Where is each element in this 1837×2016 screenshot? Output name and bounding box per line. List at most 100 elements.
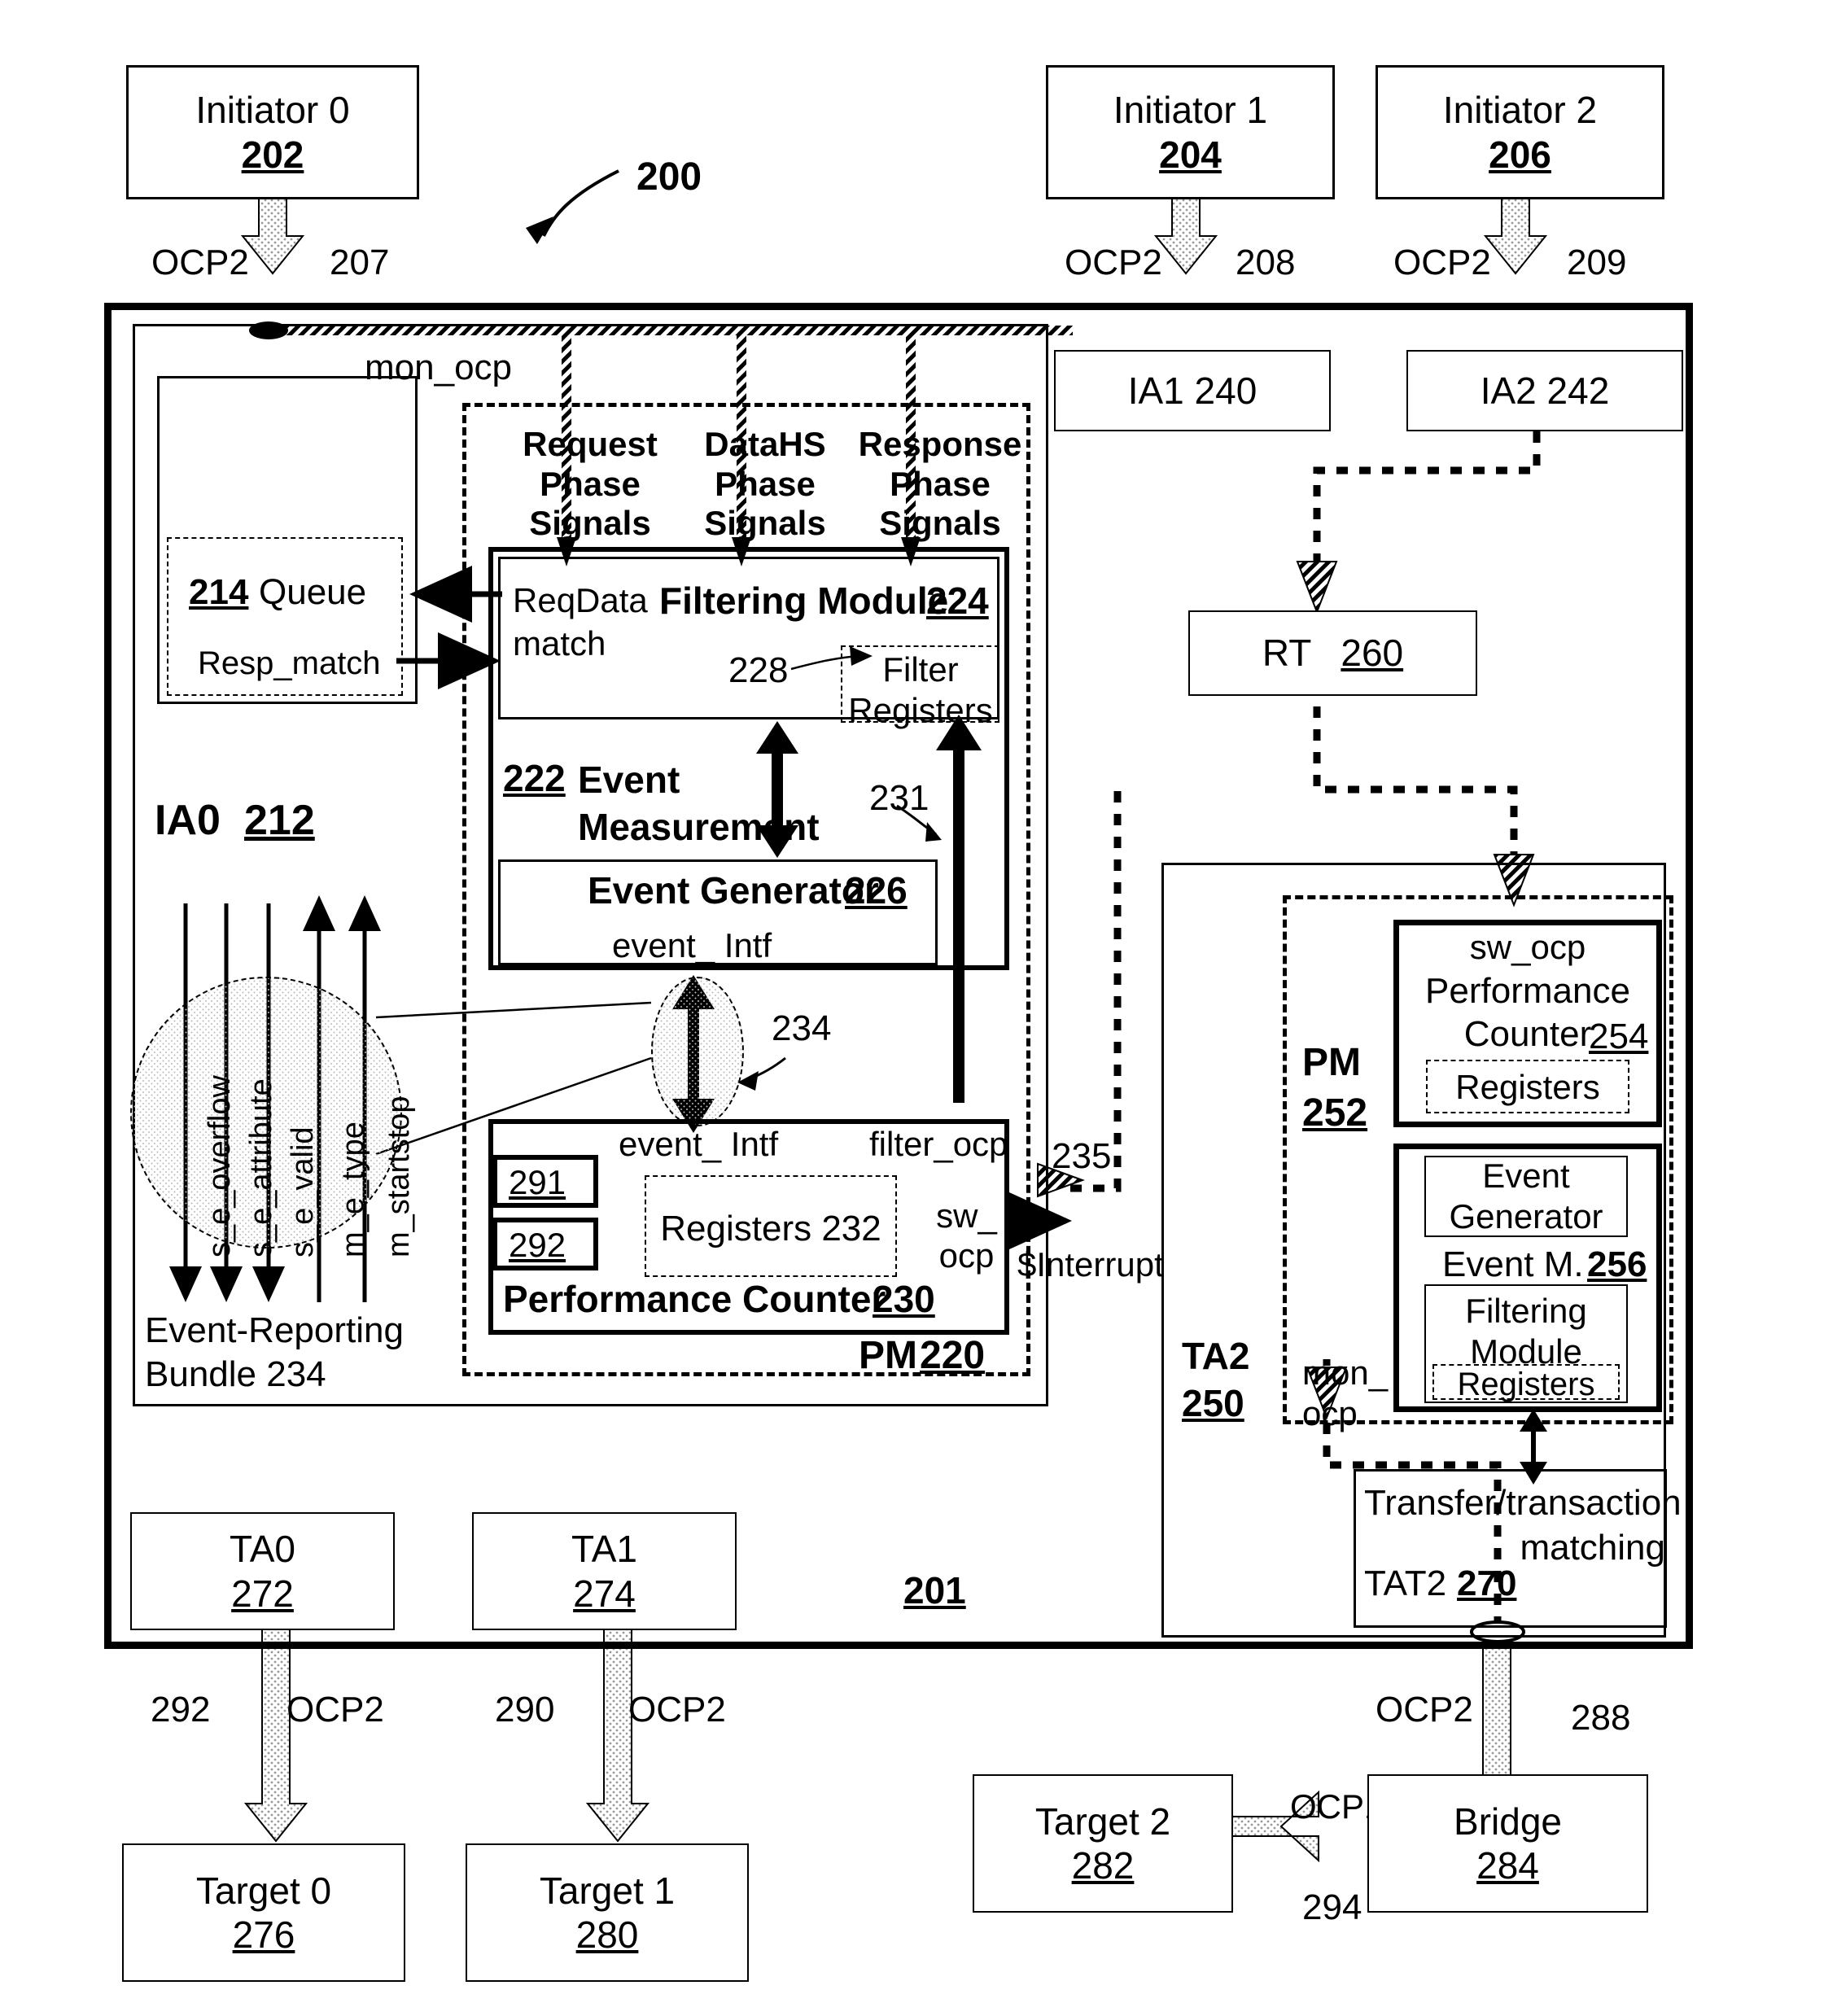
bridge-ref: 284 [1476, 1844, 1539, 1887]
pm220-label: PM [859, 1334, 917, 1377]
filtering-module-title: Filtering Module [659, 579, 949, 622]
pc230-ref-291-box: 291 [492, 1155, 598, 1208]
bottom-link-ref-292: 292 [151, 1690, 211, 1730]
bundle-signal-m-e-type: m_e_type [336, 1122, 370, 1257]
queue-label: Queue [259, 572, 367, 612]
ta0-name: TA0 [230, 1528, 295, 1571]
phase-signal-request: Request Phase Signals [523, 425, 658, 543]
event-generator-label: Event Generator [588, 869, 879, 912]
tat2-ref: 270 [1457, 1563, 1517, 1603]
bottom-link-ref-294: 294 [1302, 1887, 1362, 1927]
event-generator-ref: 226 [845, 869, 908, 912]
pc230-ref-292: 292 [509, 1226, 566, 1264]
target-1-ref: 280 [575, 1913, 639, 1956]
target-0-name: Target 0 [195, 1869, 332, 1912]
eg256-label: Event Generator [1449, 1156, 1603, 1235]
event-reporting-bundle-label: Event-Reporting Bundle 234 [145, 1310, 404, 1394]
patent-figure-canvas: Initiator 0 202 Initiator 1 204 Initiato… [0, 0, 1837, 2016]
bundle-signal-s-e-valid: s_e_valid [286, 1126, 320, 1257]
bundle-signal-s-e-overflow: s_e_overflow [203, 1075, 237, 1257]
block-ia2: IA2 242 [1406, 350, 1683, 431]
bottom-link-ref-288: 288 [1571, 1698, 1631, 1738]
rt-name: RT [1262, 632, 1312, 675]
fm256-label: Filtering Module [1465, 1292, 1587, 1371]
ta2-ref: 250 [1182, 1382, 1244, 1424]
bottom-link-ocp2-290: OCP2 [628, 1690, 726, 1730]
bundle-ellipse-ref-234: 234 [772, 1008, 832, 1048]
phase-signal-response: Response Phase Signals [858, 425, 1022, 543]
bundle-signal-m-startstop: m_startstop [382, 1095, 416, 1257]
pc230-ref-292-box: 292 [492, 1218, 598, 1270]
bundle-signal-s-e-attribute: s_e_attribute [244, 1078, 278, 1257]
block-initiator-1: Initiator 1 204 [1046, 65, 1335, 199]
initiator-2-name: Initiator 2 [1442, 89, 1598, 132]
initiator-2-ref: 206 [1489, 133, 1551, 176]
link-label-ocp2-209: OCP2 [1393, 243, 1491, 282]
target-0-ref: 276 [232, 1913, 295, 1956]
bottom-link-ocp2-292: OCP2 [286, 1690, 384, 1730]
pc254-registers-label: Registers [1455, 1068, 1600, 1106]
block-event-generator-256: Event Generator [1424, 1156, 1628, 1237]
ia0-name: IA0 [155, 797, 221, 844]
fm256-registers-label: Registers [1457, 1367, 1595, 1402]
tat2-description: Transfer/transaction matching [1364, 1483, 1682, 1568]
block-bridge: Bridge 284 [1367, 1774, 1648, 1913]
target-2-ref: 282 [1071, 1844, 1135, 1887]
ia1-label: IA1 240 [1127, 369, 1257, 412]
link-231-label: 231 [869, 778, 929, 818]
initiator-0-ref: 202 [241, 133, 304, 176]
pc230-ref-291: 291 [509, 1163, 566, 1201]
event-measurement-ref: 222 [503, 757, 566, 799]
block-ta0: TA0 272 [130, 1512, 395, 1630]
pc230-registers-label: Registers 232 [660, 1209, 881, 1249]
pm220-ref: 220 [920, 1334, 986, 1377]
event-generator-intf-label: event_ Intf [612, 926, 772, 964]
bottom-link-ref-290: 290 [495, 1690, 555, 1730]
block-initiator-2: Initiator 2 206 [1376, 65, 1664, 199]
filtering-module-ref: 224 [926, 579, 989, 622]
pm252-label: PM [1302, 1041, 1361, 1084]
phase-signal-datahs: DataHS Phase Signals [704, 425, 826, 543]
event-intf-ellipse [651, 977, 744, 1126]
eventm256-label: Event M. [1442, 1244, 1584, 1284]
initiator-1-name: Initiator 1 [1113, 89, 1268, 132]
pm252-mon-ocp-label: mon_ ocp [1302, 1353, 1389, 1433]
block-target-1: Target 1 280 [466, 1843, 749, 1982]
pc254-ref: 254 [1589, 1017, 1649, 1056]
pc230-sw-ocp-label: sw_ ocp [936, 1196, 997, 1275]
pc230-event-intf-label: event_ Intf [619, 1125, 779, 1163]
interrupt-label: $Interrupt [1017, 1245, 1164, 1284]
ia2-label: IA2 242 [1480, 369, 1610, 412]
filter-registers-ref: 228 [728, 650, 789, 690]
event-measurement-label: Event Measurement [578, 759, 820, 848]
ta1-name: TA1 [571, 1528, 637, 1571]
pm252-ref: 252 [1302, 1091, 1368, 1135]
block-rt: RT 260 [1188, 610, 1477, 696]
block-ta1: TA1 274 [472, 1512, 737, 1630]
link-label-ocp2-207: OCP2 [151, 243, 249, 282]
rt-ref: 260 [1341, 632, 1404, 675]
link-ref-209: 209 [1567, 243, 1627, 282]
link-ref-208: 208 [1236, 243, 1296, 282]
ta1-ref: 274 [573, 1572, 636, 1615]
block-target-2: Target 2 282 [973, 1774, 1233, 1913]
pc230-ref: 230 [873, 1278, 935, 1320]
tat2-name: TAT2 [1364, 1563, 1447, 1603]
pc230-filter-ocp-label: filter_ocp [869, 1125, 1008, 1163]
initiator-0-name: Initiator 0 [195, 89, 350, 132]
ta2-label: TA2 [1182, 1335, 1250, 1377]
filter-registers-label: Filter Registers [848, 650, 993, 729]
initiator-1-ref: 204 [1159, 133, 1222, 176]
ta0-ref: 272 [231, 1572, 294, 1615]
link-label-ocp2-208: OCP2 [1065, 243, 1162, 282]
resp-match-label: Resp_match [198, 645, 381, 681]
target-1-name: Target 1 [539, 1869, 676, 1912]
target-2-name: Target 2 [1034, 1800, 1171, 1843]
block-ia1: IA1 240 [1054, 350, 1331, 431]
bottom-link-ocp2-288: OCP2 [1376, 1690, 1473, 1730]
interrupt-ref-235: 235 [1052, 1136, 1112, 1176]
system-ref-201: 201 [903, 1569, 966, 1611]
bridge-name: Bridge [1454, 1800, 1562, 1843]
block-target-0: Target 0 276 [122, 1843, 405, 1982]
block-initiator-0: Initiator 0 202 [126, 65, 419, 199]
